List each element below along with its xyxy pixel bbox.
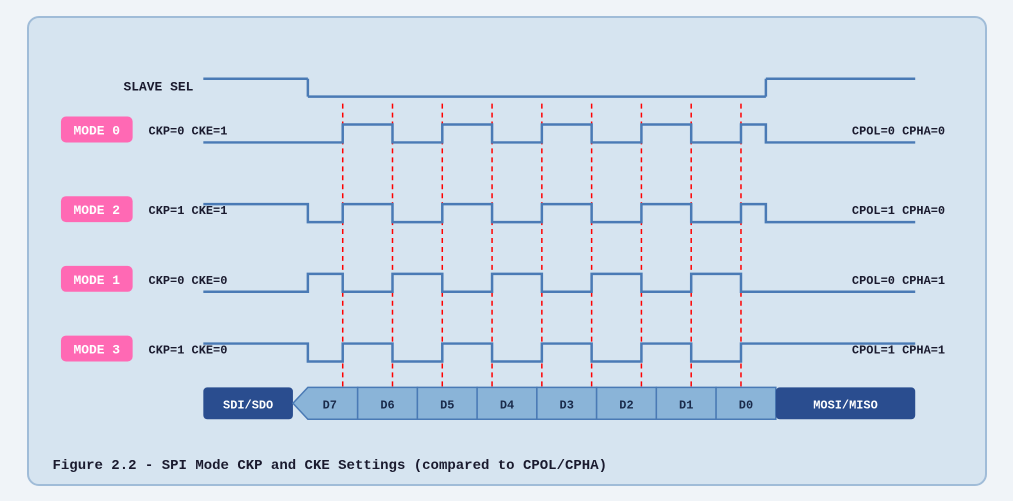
figure-caption: Figure 2.2 - SPI Mode CKP and CKE Settin…: [49, 458, 965, 474]
timing-diagram: SLAVE SEL MODE: [49, 36, 965, 450]
svg-text:D5: D5: [440, 398, 454, 412]
svg-text:CKP=0 CKE=1: CKP=0 CKE=1: [148, 124, 227, 138]
svg-text:D6: D6: [380, 398, 394, 412]
svg-text:D4: D4: [499, 398, 513, 412]
svg-text:CPOL=0 CPHA=0: CPOL=0 CPHA=0: [851, 124, 944, 138]
svg-text:CPOL=1 CPHA=0: CPOL=1 CPHA=0: [851, 204, 944, 218]
svg-text:MODE 3: MODE 3: [73, 342, 120, 357]
svg-text:MODE 0: MODE 0: [73, 123, 120, 138]
svg-text:D0: D0: [738, 398, 752, 412]
svg-text:D3: D3: [559, 398, 573, 412]
svg-text:D7: D7: [322, 398, 336, 412]
slave-sel-label: SLAVE SEL: [123, 79, 193, 94]
svg-text:SDI/SDO: SDI/SDO: [223, 398, 273, 412]
diagram-area: SLAVE SEL MODE: [49, 36, 965, 450]
svg-text:D1: D1: [679, 398, 693, 412]
svg-text:CKP=0 CKE=0: CKP=0 CKE=0: [148, 273, 227, 287]
svg-text:CKP=1 CKE=0: CKP=1 CKE=0: [148, 343, 227, 357]
diagram-container: SLAVE SEL MODE: [27, 16, 987, 486]
svg-text:D2: D2: [619, 398, 633, 412]
svg-text:CPOL=1 CPHA=1: CPOL=1 CPHA=1: [851, 343, 944, 357]
svg-text:CPOL=0 CPHA=1: CPOL=0 CPHA=1: [851, 273, 944, 287]
svg-text:MODE 2: MODE 2: [73, 203, 120, 218]
svg-text:MODE 1: MODE 1: [73, 272, 120, 287]
svg-text:MOSI/MISO: MOSI/MISO: [813, 398, 877, 412]
svg-text:CKP=1 CKE=1: CKP=1 CKE=1: [148, 204, 227, 218]
